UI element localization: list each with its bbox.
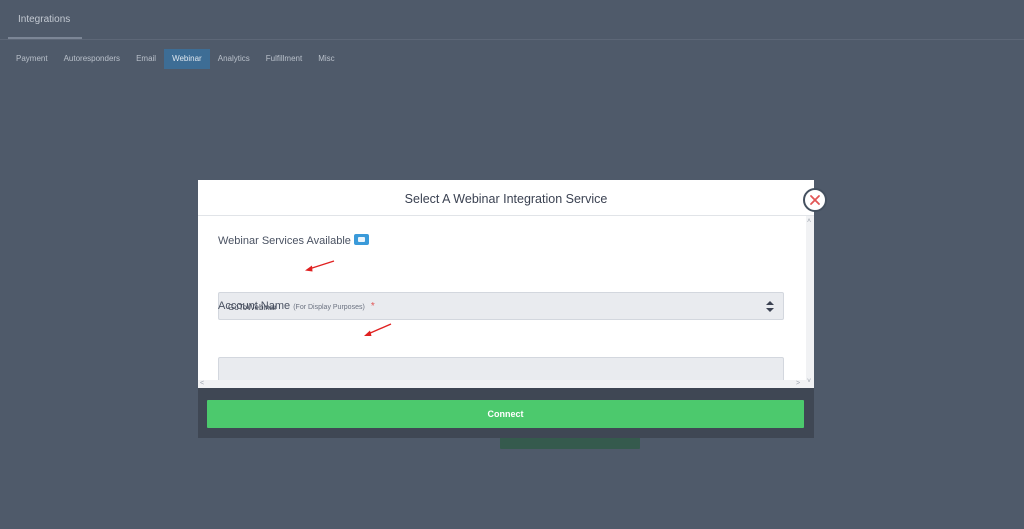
horizontal-scrollbar[interactable]: ˂ ˃	[198, 380, 806, 388]
modal-title: Select A Webinar Integration Service	[198, 180, 814, 216]
tab-misc[interactable]: Misc	[310, 49, 342, 69]
integration-modal: Select A Webinar Integration Service Web…	[198, 180, 814, 388]
account-name-label: Account Name (For Display Purposes) *	[218, 300, 375, 312]
tab-webinar[interactable]: Webinar	[164, 49, 210, 69]
vertical-scrollbar[interactable]: ˄ ˅	[806, 216, 814, 388]
services-label-text: Webinar Services Available	[218, 235, 351, 247]
integration-tabs: Payment Autoresponders Email Webinar Ana…	[8, 49, 343, 69]
modal-body: Webinar Services Available GoToWebinar A…	[198, 216, 814, 386]
required-mark: *	[370, 301, 375, 312]
tab-email[interactable]: Email	[128, 49, 164, 69]
scroll-left-icon[interactable]: ˂	[200, 380, 204, 388]
red-arrow-icon	[364, 323, 392, 336]
select-arrows-icon	[766, 301, 774, 312]
tab-payment[interactable]: Payment	[8, 49, 56, 69]
scroll-right-icon[interactable]: ˃	[796, 380, 800, 388]
connect-button[interactable]: Connect	[207, 400, 804, 428]
services-label: Webinar Services Available	[218, 234, 369, 247]
page-header: Integrations	[0, 0, 1024, 40]
tab-fulfillment[interactable]: Fulfillment	[258, 49, 310, 69]
header-divider	[0, 39, 1024, 40]
account-hint: (For Display Purposes)	[293, 304, 365, 311]
info-icon[interactable]	[353, 234, 369, 245]
scroll-up-icon[interactable]: ˄	[807, 218, 811, 226]
tab-analytics[interactable]: Analytics	[210, 49, 258, 69]
close-button[interactable]	[803, 188, 827, 212]
page-title[interactable]: Integrations	[8, 0, 82, 39]
modal-footer: Connect	[198, 388, 814, 438]
account-label-text: Account Name	[218, 300, 291, 312]
scroll-down-icon[interactable]: ˅	[807, 378, 811, 386]
red-arrow-icon	[305, 260, 335, 272]
close-icon	[810, 195, 820, 205]
tab-autoresponders[interactable]: Autoresponders	[56, 49, 128, 69]
